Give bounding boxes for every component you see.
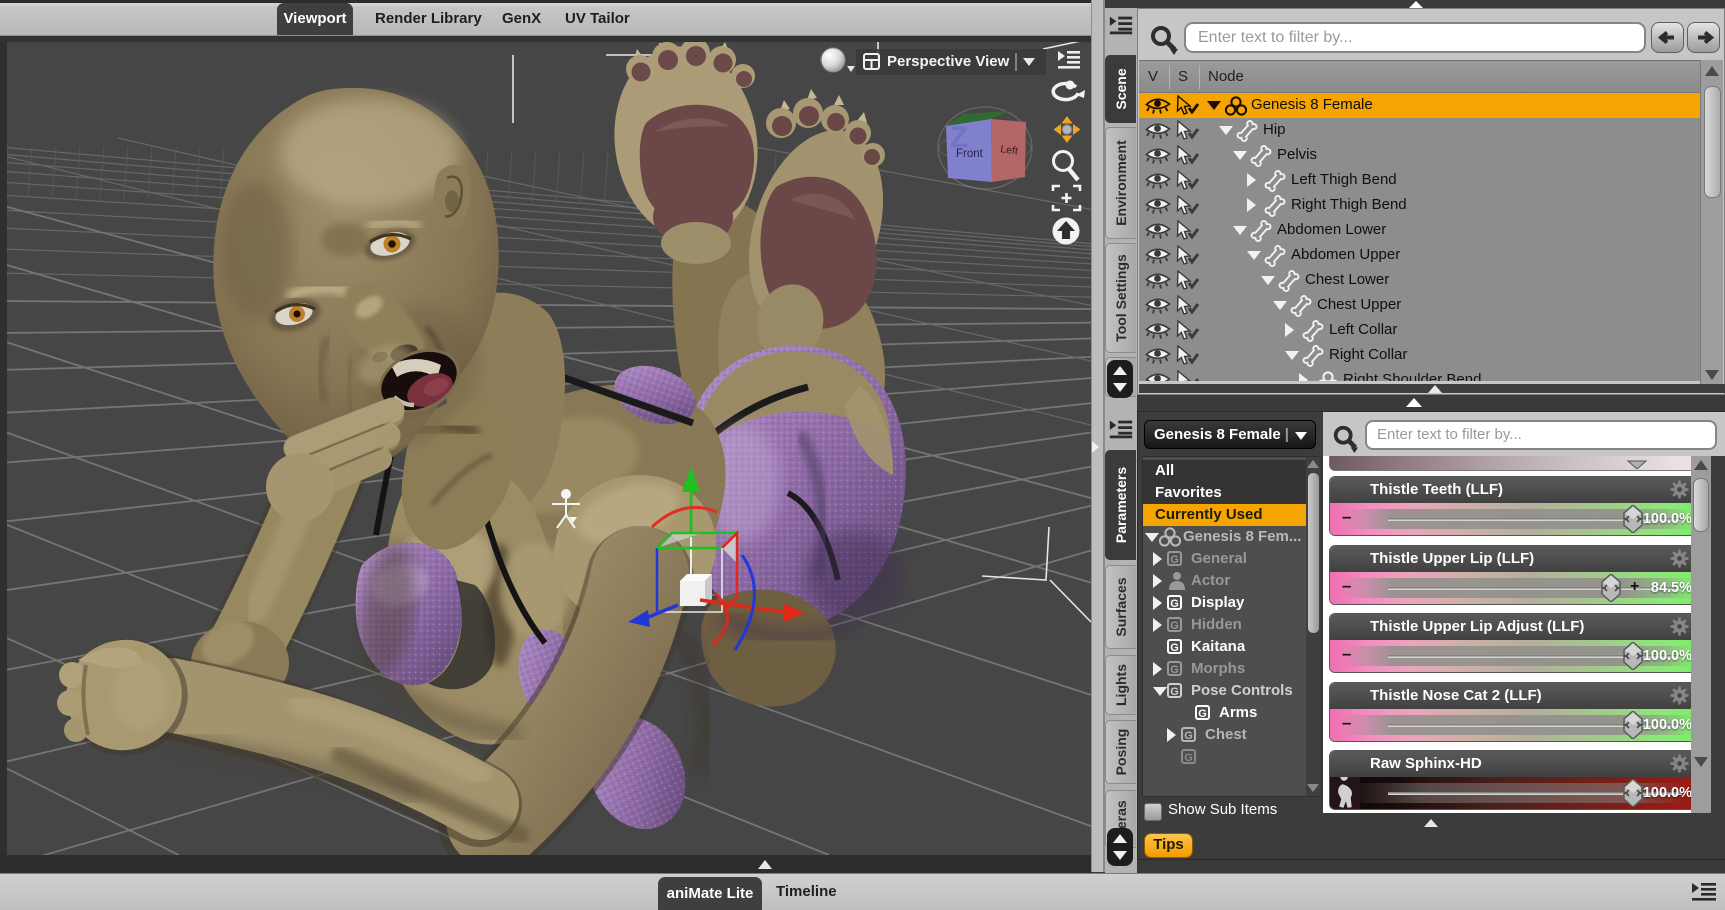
svg-text:Left: Left	[1000, 143, 1019, 157]
svg-text:Front: Front	[956, 148, 984, 160]
